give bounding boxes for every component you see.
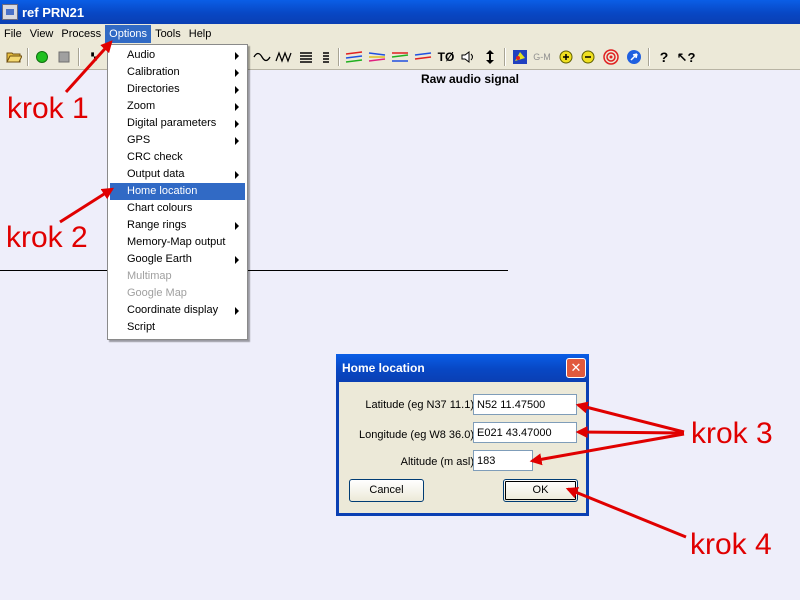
menu-item-home-location[interactable]: Home location <box>110 183 245 200</box>
menu-help[interactable]: Help <box>185 25 216 43</box>
submenu-arrow-icon <box>235 222 239 230</box>
compass-icon[interactable] <box>624 47 644 67</box>
zoom-in-icon[interactable] <box>556 47 576 67</box>
menu-item-multimap: Multimap <box>127 270 172 282</box>
title-bar: ref PRN21 <box>0 0 800 24</box>
ok-button[interactable]: OK <box>503 479 578 502</box>
chart-title: Raw audio signal <box>420 72 519 86</box>
squiggle-icon[interactable] <box>274 47 294 67</box>
submenu-arrow-icon <box>235 86 239 94</box>
color-lines-2-icon[interactable] <box>367 47 387 67</box>
menu-item-directories[interactable]: Directories <box>110 81 245 98</box>
menu-item-coordinate-display[interactable]: Coordinate display <box>110 302 245 319</box>
context-help-icon[interactable]: ↖? <box>676 47 696 67</box>
map-icon[interactable] <box>510 47 530 67</box>
color-lines-3-icon[interactable] <box>390 47 410 67</box>
submenu-arrow-icon <box>235 171 239 179</box>
wave-icon[interactable] <box>252 47 272 67</box>
menu-item-audio[interactable]: Audio <box>110 47 245 64</box>
zoom-out-icon[interactable] <box>578 47 598 67</box>
altitude-input[interactable] <box>473 450 533 471</box>
annotation-krok-2: krok 2 <box>6 221 88 254</box>
annotation-krok-4: krok 4 <box>690 528 772 561</box>
menu-item-range-rings[interactable]: Range rings <box>110 217 245 234</box>
menu-item-zoom[interactable]: Zoom <box>110 98 245 115</box>
menu-options[interactable]: Options <box>105 25 152 43</box>
options-dropdown-menu: Audio Calibration Directories Zoom Digit… <box>107 44 248 340</box>
latitude-input[interactable] <box>473 394 577 415</box>
submenu-arrow-icon <box>235 103 239 111</box>
submenu-arrow-icon <box>235 52 239 60</box>
dialog-body: Latitude (eg N37 11.1) Longitude (eg W8 … <box>339 382 586 513</box>
target-icon[interactable] <box>601 47 621 67</box>
window-title: ref PRN21 <box>22 4 85 20</box>
longitude-input[interactable] <box>473 422 577 443</box>
speaker-icon[interactable] <box>458 47 478 67</box>
menu-item-memory-map-output[interactable]: Memory-Map output <box>110 234 245 251</box>
stop-square-icon[interactable] <box>54 47 74 67</box>
bar-icon[interactable] <box>316 47 336 67</box>
menu-item-gps[interactable]: GPS <box>110 132 245 149</box>
gm-icon[interactable]: G-M <box>532 47 552 67</box>
T0-icon[interactable]: TØ <box>436 47 456 67</box>
menu-item-calibration[interactable]: Calibration <box>110 64 245 81</box>
menu-item-google-earth[interactable]: Google Earth <box>110 251 245 268</box>
home-location-dialog: Home location ✕ Latitude (eg N37 11.1) L… <box>336 354 589 516</box>
submenu-arrow-icon <box>235 120 239 128</box>
menu-file[interactable]: File <box>0 25 26 43</box>
menu-item-digital-parameters[interactable]: Digital parameters <box>110 115 245 132</box>
longitude-label: Longitude (eg W8 36.0) <box>359 429 474 441</box>
updown-arrow-icon[interactable] <box>480 47 500 67</box>
menu-view[interactable]: View <box>26 25 58 43</box>
chart-baseline <box>0 270 508 271</box>
menu-process[interactable]: Process <box>57 25 105 43</box>
app-icon[interactable] <box>2 4 18 20</box>
menu-item-chart-colours[interactable]: Chart colours <box>110 200 245 217</box>
menu-item-script[interactable]: Script <box>110 319 245 336</box>
altitude-label: Altitude (m asl) <box>400 456 474 468</box>
menu-bar: File View Process Options Tools Help <box>0 24 800 44</box>
color-lines-icon[interactable] <box>344 47 364 67</box>
menu-item-output-data[interactable]: Output data <box>110 166 245 183</box>
submenu-arrow-icon <box>235 307 239 315</box>
annotation-krok-1: krok 1 <box>7 92 89 125</box>
arrow-krok-2 <box>59 187 115 224</box>
menu-tools[interactable]: Tools <box>151 25 185 43</box>
color-lines-4-icon[interactable] <box>413 47 433 67</box>
dialog-title: Home location <box>342 361 425 375</box>
cancel-button[interactable]: Cancel <box>349 479 424 502</box>
annotation-krok-3: krok 3 <box>691 417 773 450</box>
dialog-title-bar: Home location ✕ <box>336 354 589 382</box>
close-icon[interactable]: ✕ <box>566 358 586 378</box>
latitude-label: Latitude (eg N37 11.1) <box>365 399 474 411</box>
help-icon[interactable]: ? <box>654 47 674 67</box>
submenu-arrow-icon <box>235 69 239 77</box>
open-folder-icon[interactable] <box>4 47 24 67</box>
arrow-krok-3-longitude <box>575 426 685 439</box>
submenu-arrow-icon <box>235 137 239 145</box>
arrow-krok-3-latitude <box>575 401 685 434</box>
gps-icon[interactable]: ▚ <box>84 47 104 67</box>
menu-item-google-map: Google Map <box>127 287 187 299</box>
green-circle-icon[interactable] <box>32 47 52 67</box>
menu-item-crc-check[interactable]: CRC check <box>110 149 245 166</box>
submenu-arrow-icon <box>235 256 239 264</box>
lines-icon[interactable] <box>296 47 316 67</box>
